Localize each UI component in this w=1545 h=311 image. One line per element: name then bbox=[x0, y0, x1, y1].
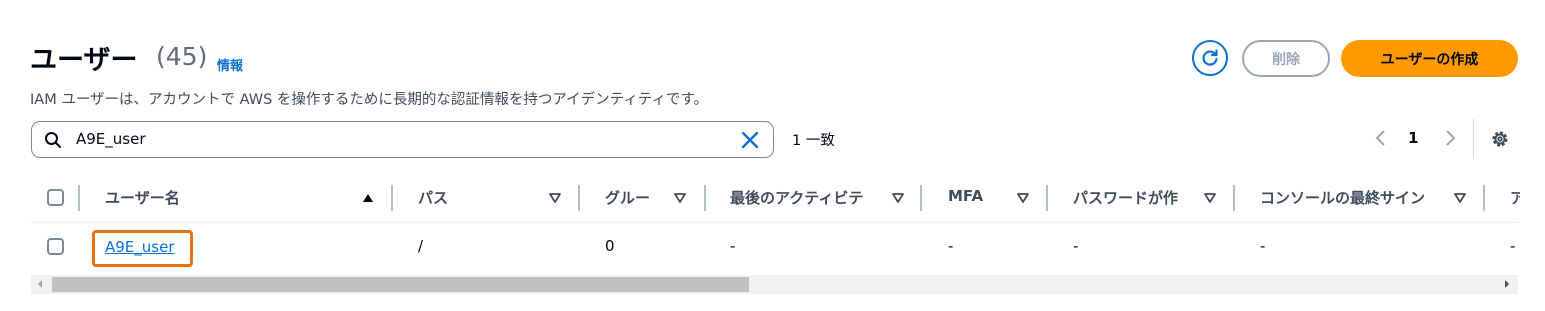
column-header-groups[interactable]: グルー bbox=[605, 187, 663, 208]
user-name-link[interactable]: A9E_user bbox=[105, 238, 175, 256]
column-separator bbox=[1046, 185, 1048, 211]
page-title: ユーザー bbox=[30, 45, 138, 76]
header-divider bbox=[31, 222, 1518, 223]
search-icon bbox=[45, 132, 61, 148]
column-header-console-last-signin[interactable]: コンソールの最終サイン bbox=[1260, 187, 1444, 208]
search-field[interactable] bbox=[31, 121, 774, 158]
column-header-user-name[interactable]: ユーザー名 bbox=[105, 187, 345, 208]
page-description: IAM ユーザーは、アカウントで AWS を操作するために長期的な認証情報を持つ… bbox=[30, 92, 708, 108]
cell-console-last-signin: - bbox=[1260, 237, 1266, 255]
scroll-right-arrow-icon[interactable] bbox=[1503, 279, 1511, 289]
column-separator bbox=[1233, 185, 1235, 211]
column-separator bbox=[920, 185, 922, 211]
column-header-last-activity[interactable]: 最後のアクティビテ bbox=[730, 187, 880, 208]
column-header-access-key[interactable]: ア bbox=[1510, 187, 1520, 208]
row-checkbox[interactable] bbox=[47, 238, 64, 255]
delete-button[interactable]: 削除 bbox=[1242, 40, 1330, 77]
refresh-icon bbox=[1202, 49, 1218, 66]
next-page-icon[interactable] bbox=[1443, 128, 1457, 148]
previous-page-icon[interactable] bbox=[1374, 128, 1388, 148]
cell-mfa: - bbox=[948, 237, 954, 255]
column-header-password-age[interactable]: パスワードが作 bbox=[1073, 187, 1195, 208]
gear-icon[interactable] bbox=[1490, 129, 1510, 149]
cell-access-key: - bbox=[1510, 237, 1516, 255]
column-separator bbox=[391, 185, 393, 211]
clear-icon[interactable] bbox=[740, 130, 760, 150]
info-link[interactable]: 情報 bbox=[217, 55, 243, 74]
match-count: 1 一致 bbox=[792, 133, 835, 149]
column-separator bbox=[578, 185, 580, 211]
create-user-button[interactable]: ユーザーの作成 bbox=[1341, 40, 1518, 77]
user-count: (45) bbox=[156, 42, 208, 71]
select-all-checkbox[interactable] bbox=[47, 189, 64, 206]
sort-icon[interactable] bbox=[892, 192, 904, 204]
cell-last-activity: - bbox=[730, 237, 736, 255]
column-separator bbox=[78, 185, 80, 211]
column-header-path[interactable]: パス bbox=[418, 187, 528, 208]
column-separator bbox=[1483, 185, 1485, 211]
sort-icon[interactable] bbox=[1204, 192, 1216, 204]
scrollbar-thumb[interactable] bbox=[52, 277, 749, 292]
refresh-button[interactable] bbox=[1192, 40, 1228, 76]
sort-icon[interactable] bbox=[549, 192, 561, 204]
page-number[interactable]: 1 bbox=[1408, 129, 1418, 147]
sort-icon[interactable] bbox=[1454, 192, 1466, 204]
column-header-mfa[interactable]: MFA bbox=[948, 187, 998, 205]
sort-icon[interactable] bbox=[1017, 192, 1029, 204]
scroll-left-arrow-icon[interactable] bbox=[36, 279, 44, 289]
search-input[interactable] bbox=[76, 128, 716, 150]
cell-path: / bbox=[418, 237, 424, 255]
column-separator bbox=[704, 185, 706, 211]
pagination-divider bbox=[1473, 119, 1474, 159]
sort-ascending-icon[interactable] bbox=[362, 192, 374, 204]
sort-icon[interactable] bbox=[674, 192, 686, 204]
cell-groups: 0 bbox=[605, 237, 615, 255]
cell-password-age: - bbox=[1073, 237, 1079, 255]
